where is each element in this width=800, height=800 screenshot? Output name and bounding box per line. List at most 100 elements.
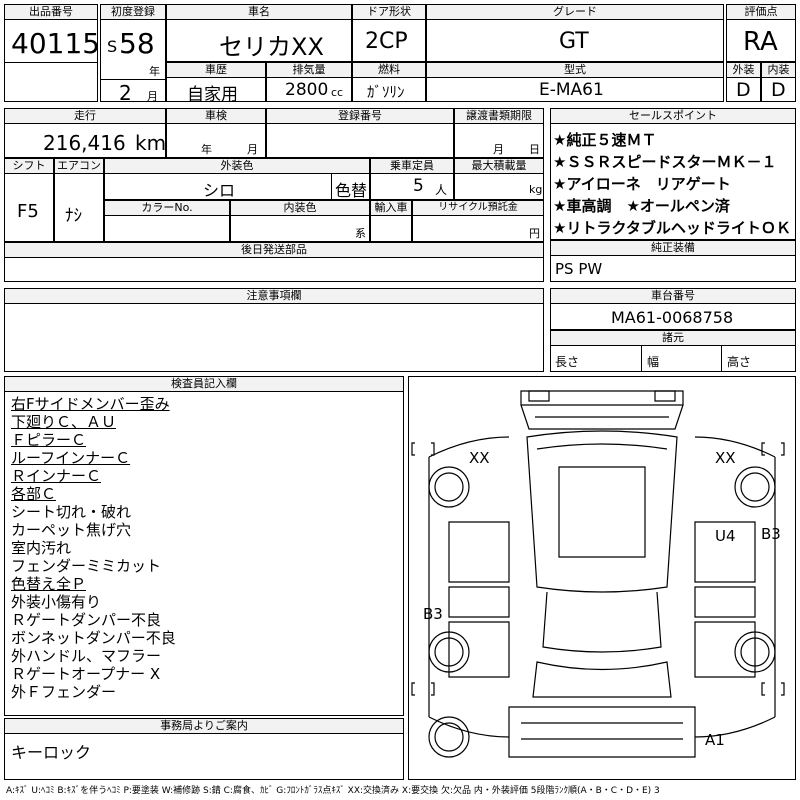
door-box: ドア形状 2CP <box>352 4 426 62</box>
later-parts-label: 後日発送部品 <box>5 243 543 258</box>
door-value: 2CP <box>365 29 408 54</box>
color-label: 外装色 <box>105 159 369 174</box>
car-name-value: セリカXX <box>219 33 324 61</box>
lot-number-label: 出品番号 <box>5 5 97 20</box>
lot-number-box: 出品番号 40115 <box>4 4 101 102</box>
interior-color-box: 内装色 系 <box>230 200 370 242</box>
car-name-box: 車名 セリカXX <box>166 4 352 62</box>
history-box: 車歴 自家用 <box>166 62 266 105</box>
rating-label: 評価点 <box>727 5 795 20</box>
exterior-grade-box: 外装 D <box>726 62 761 102</box>
inspection-label: 車検 <box>167 109 265 124</box>
shift-label: シフト <box>5 159 53 174</box>
transfer-deadline-box: 譲渡書類期限 月 日 <box>454 108 544 158</box>
diagram-mark-b3-left: B3 <box>423 605 443 623</box>
inspector-line: 各部Ｃ <box>11 485 57 503</box>
sales-points-label: セールスポイント <box>551 109 795 124</box>
inspector-line: ルーフインナーＣ <box>11 449 131 467</box>
inspector-line: ＦピラーＣ <box>11 431 87 449</box>
mileage-label: 走行 <box>5 109 165 124</box>
door-label: ドア形状 <box>353 5 425 20</box>
year-unit: 年 <box>149 65 160 78</box>
transfer-month-unit: 月 <box>493 143 504 156</box>
car-name-label: 車名 <box>167 5 351 20</box>
inspector-box: 検査員記入欄 右Fサイドメンバー歪み 下廻りＣ、ＡＵ ＦピラーＣ ルーフインナー… <box>4 376 404 716</box>
sales-point-item: ★リトラクタブルヘッドライトＯＫ <box>553 219 791 237</box>
office-box: 事務局よりご案内 キーロック <box>4 718 404 780</box>
mileage-value: 216,416 <box>43 131 126 155</box>
inspector-label: 検査員記入欄 <box>5 377 403 392</box>
sales-point-item: ★車高調 ★オールペン済 <box>553 197 730 215</box>
first-registration-label: 初度登録 <box>101 5 165 20</box>
ac-value: ﾅｼ <box>65 206 82 226</box>
color-number-box: カラーNo. <box>104 200 230 242</box>
diagram-mark-front-right: XX <box>715 449 736 467</box>
color-value: シロ <box>203 181 236 200</box>
sales-points-box: セールスポイント ★純正５速ＭＴ ★ＳＳＲスピードスターＭＫ－１ ★アイローネ … <box>550 108 796 240</box>
diagram-mark-a1: A1 <box>705 731 725 749</box>
inspection-box: 車検 年 月 <box>166 108 266 158</box>
office-label: 事務局よりご案内 <box>5 719 403 734</box>
model-label: 型式 <box>427 63 723 78</box>
recycle-unit: 円 <box>529 227 540 240</box>
dimension-width-label: 幅 <box>647 355 660 369</box>
rating-box: 評価点 RA <box>726 4 796 62</box>
year-value: 58 <box>119 27 155 60</box>
sales-point-item: ★ＳＳＲスピードスターＭＫ－１ <box>553 153 777 171</box>
lot-number-value: 40115 <box>11 27 101 60</box>
capacity-value: 5 <box>413 176 424 196</box>
legend-text: A:ｷｽﾞ U:ﾍｺﾐ B:ｷｽﾞを伴うﾍｺﾐ P:要塗装 W:補修跡 S:錆 … <box>6 786 660 796</box>
notes-label: 注意事項欄 <box>5 289 543 304</box>
rating-value: RA <box>743 27 778 57</box>
dimensions-label: 諸元 <box>551 331 795 346</box>
exterior-grade-label: 外装 <box>727 63 760 78</box>
inspection-month-unit: 月 <box>247 143 258 156</box>
interior-grade-value: D <box>771 79 786 101</box>
inspector-line: 外ハンドル、マフラー <box>11 647 162 665</box>
sales-point-item: ★純正５速ＭＴ <box>553 131 657 149</box>
transfer-day-unit: 日 <box>529 143 540 156</box>
max-load-label: 最大積載量 <box>455 159 543 174</box>
import-label: 輸入車 <box>371 201 411 216</box>
first-registration-box: 初度登録 S 58 年 2 月 <box>100 4 166 105</box>
capacity-box: 乗車定員 5 人 <box>370 158 454 200</box>
color-number-label: カラーNo. <box>105 201 229 216</box>
inspector-line: 室内汚れ <box>11 539 72 557</box>
inspector-lines: 右Fサイドメンバー歪み 下廻りＣ、ＡＵ ＦピラーＣ ルーフインナーＣ Ｒインナー… <box>11 395 176 701</box>
capacity-unit: 人 <box>435 183 448 197</box>
inspector-line: 下廻りＣ、ＡＵ <box>11 413 117 431</box>
inspector-line: ボンネットダンパー不良 <box>11 629 176 647</box>
inspector-line: ＲインナーＣ <box>11 467 102 485</box>
ac-box: エアコン ﾅｼ <box>54 158 104 242</box>
grade-value: GT <box>559 29 589 54</box>
recolor-value: 色替 <box>335 181 368 200</box>
history-value: 自家用 <box>187 85 238 105</box>
displacement-unit: cc <box>331 86 344 99</box>
office-value: キーロック <box>11 743 92 762</box>
fuel-label: 燃料 <box>353 63 425 78</box>
history-label: 車歴 <box>167 63 265 78</box>
sales-point-item: ★アイローネ リアゲート <box>553 175 731 193</box>
later-parts-box: 後日発送部品 <box>4 242 544 282</box>
displacement-box: 排気量 2800 cc <box>266 62 352 102</box>
inspector-line: フェンダーミミカット <box>11 557 162 575</box>
plate-label: 登録番号 <box>267 109 453 124</box>
color-box: 外装色 シロ 色替 <box>104 158 370 200</box>
dimensions-box: 諸元 長さ 幅 高さ <box>550 330 796 372</box>
notes-box: 注意事項欄 <box>4 288 544 372</box>
fuel-value: ｶﾞｿﾘﾝ <box>367 83 405 101</box>
max-load-box: 最大積載量 kg <box>454 158 544 200</box>
inspector-line: 外装小傷有り <box>11 593 102 611</box>
interior-color-unit: 系 <box>355 227 366 240</box>
import-box: 輸入車 <box>370 200 412 242</box>
chassis-label: 車台番号 <box>551 289 795 304</box>
mileage-box: 走行 216,416 km <box>4 108 166 158</box>
car-diagram <box>411 390 785 758</box>
dimension-height-label: 高さ <box>727 355 752 369</box>
capacity-label: 乗車定員 <box>371 159 453 174</box>
mileage-unit: km <box>135 131 167 155</box>
era-value: S <box>107 37 118 56</box>
max-load-unit: kg <box>529 183 543 196</box>
interior-grade-box: 内装 D <box>761 62 796 102</box>
month-value: 2 <box>119 81 132 105</box>
